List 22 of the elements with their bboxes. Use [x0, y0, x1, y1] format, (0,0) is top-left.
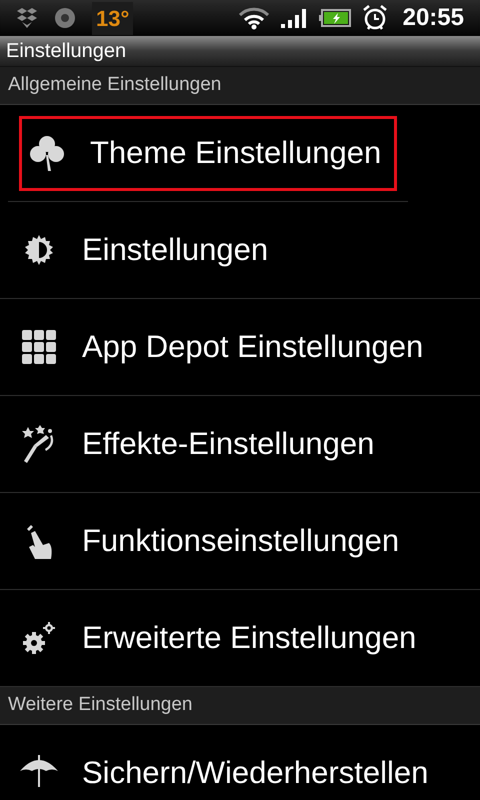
magic-wand-icon — [22, 425, 56, 463]
section-header: Weitere Einstellungen — [0, 687, 480, 725]
battery-icon — [318, 9, 351, 27]
box-icon — [16, 8, 38, 28]
clover-icon — [27, 133, 67, 173]
wifi-icon — [238, 6, 269, 30]
contrast-icon — [23, 234, 55, 266]
settings-item[interactable]: Einstellungen — [0, 202, 480, 299]
section-header: Allgemeine Einstellungen — [0, 67, 480, 105]
gears-icon — [22, 621, 56, 655]
settings-item[interactable]: App Depot Einstellungen — [0, 299, 480, 396]
settings-item[interactable]: Theme Einstellungen — [8, 105, 408, 202]
signal-icon — [280, 8, 307, 28]
alarm-clock-icon — [362, 5, 387, 31]
settings-item[interactable]: Funktionseinstellungen — [0, 493, 480, 590]
clock-text: 20:55 — [402, 3, 464, 33]
temperature-text: 13° — [92, 2, 134, 34]
circle-icon — [54, 7, 76, 29]
settings-item[interactable]: Sichern/Wiederherstellen — [0, 725, 480, 800]
grid-icon — [22, 330, 56, 364]
settings-item[interactable]: Effekte-Einstellungen — [0, 396, 480, 493]
window-title: Einstellungen — [6, 39, 126, 64]
